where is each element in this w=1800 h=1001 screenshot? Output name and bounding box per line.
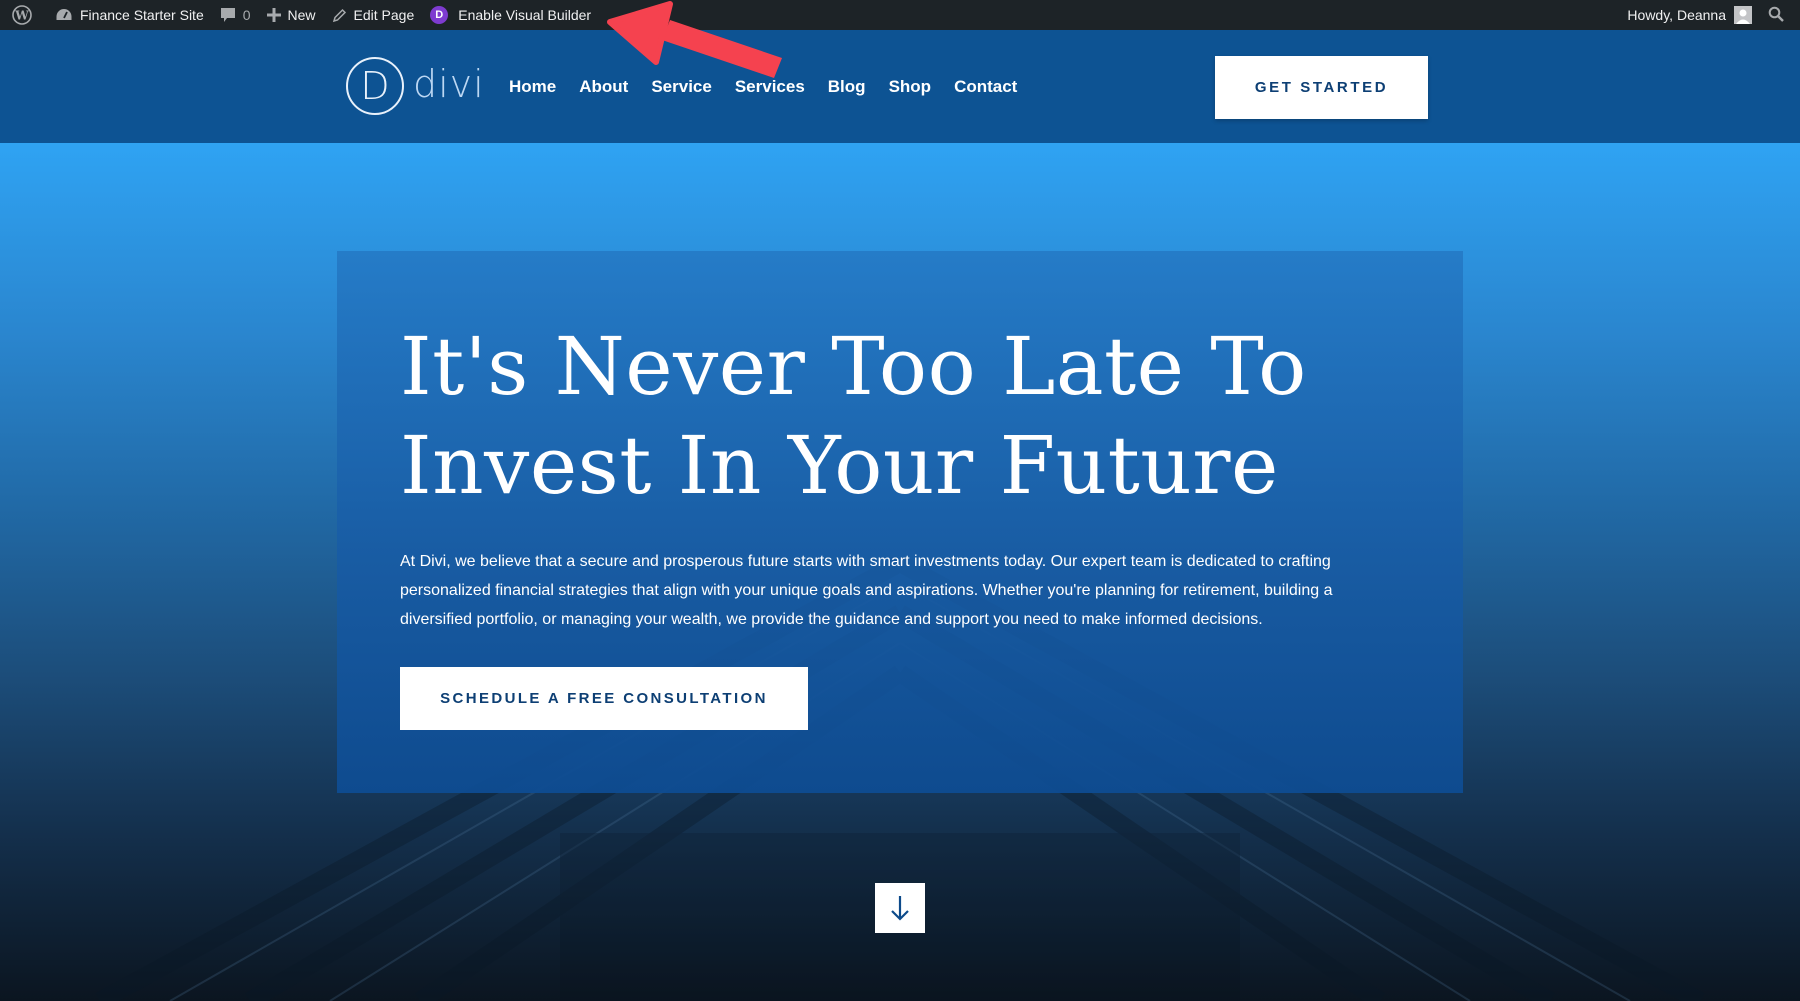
comments-count: 0 xyxy=(242,7,251,23)
enable-visual-builder-label: Enable Visual Builder xyxy=(458,7,592,23)
nav-shop[interactable]: Shop xyxy=(889,77,932,97)
comments-menu[interactable]: 0 xyxy=(212,0,259,30)
dashboard-icon xyxy=(55,7,73,23)
get-started-button[interactable]: GET STARTED xyxy=(1215,56,1428,119)
nav-home[interactable]: Home xyxy=(509,77,556,97)
edit-page-label: Edit Page xyxy=(353,7,415,23)
arrow-down-icon xyxy=(891,896,909,921)
main-navigation: Home About Service Services Blog Shop Co… xyxy=(509,30,1040,143)
user-avatar-icon xyxy=(1734,6,1752,24)
plus-icon xyxy=(266,8,281,22)
pencil-icon xyxy=(332,8,347,23)
nav-about[interactable]: About xyxy=(579,77,628,97)
enable-visual-builder-link[interactable]: D Enable Visual Builder xyxy=(422,0,599,30)
search-icon xyxy=(1768,6,1784,25)
divi-logo[interactable]: D divi xyxy=(346,57,485,115)
howdy-label: Howdy, Deanna xyxy=(1627,7,1726,23)
new-content-menu[interactable]: New xyxy=(259,0,324,30)
logo-mark: D xyxy=(346,57,404,115)
my-account-menu[interactable]: Howdy, Deanna xyxy=(1619,0,1760,30)
nav-services[interactable]: Services xyxy=(735,77,805,97)
site-name: Finance Starter Site xyxy=(80,7,204,23)
edit-page-link[interactable]: Edit Page xyxy=(324,0,423,30)
schedule-consultation-button[interactable]: SCHEDULE A FREE CONSULTATION xyxy=(400,667,808,730)
divi-builder-icon: D xyxy=(430,6,449,24)
hero-heading-line-2: Invest In Your Future xyxy=(400,419,1279,512)
scroll-down-button[interactable] xyxy=(875,883,925,933)
wordpress-logo-icon: W xyxy=(12,5,32,25)
hero-content-box: It's Never Too Late To Invest In Your Fu… xyxy=(337,251,1463,793)
site-header: D divi Home About Service Services Blog … xyxy=(0,30,1800,143)
hero-description: At Divi, we believe that a secure and pr… xyxy=(400,553,1333,628)
hero-section: It's Never Too Late To Invest In Your Fu… xyxy=(0,143,1800,1001)
wordpress-menu[interactable]: W xyxy=(4,0,47,30)
comment-bubble-icon xyxy=(220,7,236,23)
svg-text:W: W xyxy=(14,9,29,23)
hero-heading: It's Never Too Late To Invest In Your Fu… xyxy=(400,317,1440,515)
nav-service[interactable]: Service xyxy=(651,77,712,97)
nav-blog[interactable]: Blog xyxy=(828,77,866,97)
new-label: New xyxy=(287,7,316,23)
logo-text: divi xyxy=(413,62,485,106)
admin-search-button[interactable] xyxy=(1760,0,1792,30)
nav-contact[interactable]: Contact xyxy=(954,77,1017,97)
site-name-menu[interactable]: Finance Starter Site xyxy=(47,0,212,30)
wp-admin-bar: W Finance Starter Site 0 New Edit Page D… xyxy=(0,0,1800,30)
hero-heading-line-1: It's Never Too Late To xyxy=(400,320,1307,413)
